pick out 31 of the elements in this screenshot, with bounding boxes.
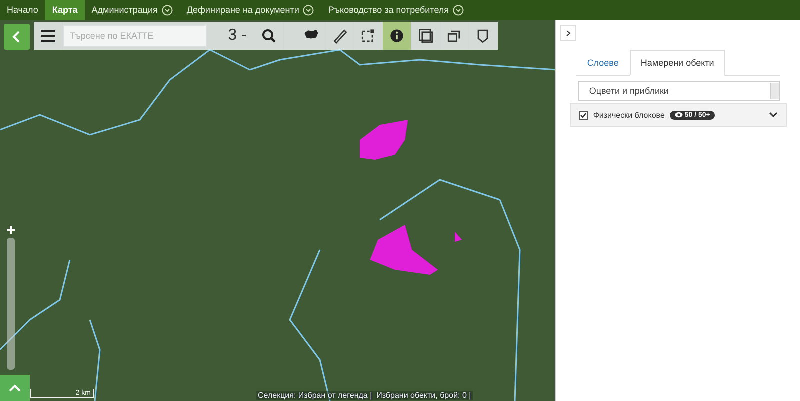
chevron-circle-icon[interactable] [453,4,464,16]
nav-tab[interactable]: Начало [0,0,46,20]
chevron-left-icon [12,31,22,43]
zoom-level-dropdown[interactable]: 3 - [220,22,255,50]
plus-icon [7,226,15,234]
dropdown-value: Оцвети и приблики [589,86,669,96]
collapse-button[interactable] [560,25,576,41]
style-dropdown[interactable]: Оцвети и приблики [578,81,780,101]
checkbox[interactable] [579,110,588,120]
chevron-up-icon [9,384,21,392]
chevron-down-icon[interactable] [769,112,778,118]
zoom-in-button[interactable] [5,224,17,236]
area-select-icon [359,27,378,45]
info-icon [388,27,406,45]
layer-name: Физически блокове [593,110,665,120]
search-icon [262,29,276,43]
nav-tab[interactable]: Карта [45,0,85,20]
menu-icon [40,30,55,42]
eye-icon [674,112,683,118]
layers-icon [416,27,435,45]
nav-tab[interactable]: Администрация [84,0,180,20]
nav-tab[interactable]: Дефиниране на документи [180,0,322,20]
panel-tab[interactable]: Намерени обекти [630,50,726,76]
info-tool-button[interactable] [383,22,412,50]
panel-tab[interactable]: Слоеве [576,50,630,76]
chevron-circle-icon[interactable] [162,4,173,16]
expand-button[interactable] [0,375,30,401]
search-field[interactable]: Търсене по ЕКАТТЕ [62,25,207,47]
chevron-right-icon [566,30,571,36]
nav-tab[interactable]: Ръководство за потребителя [321,0,472,20]
chevron-circle-icon[interactable] [303,4,314,16]
